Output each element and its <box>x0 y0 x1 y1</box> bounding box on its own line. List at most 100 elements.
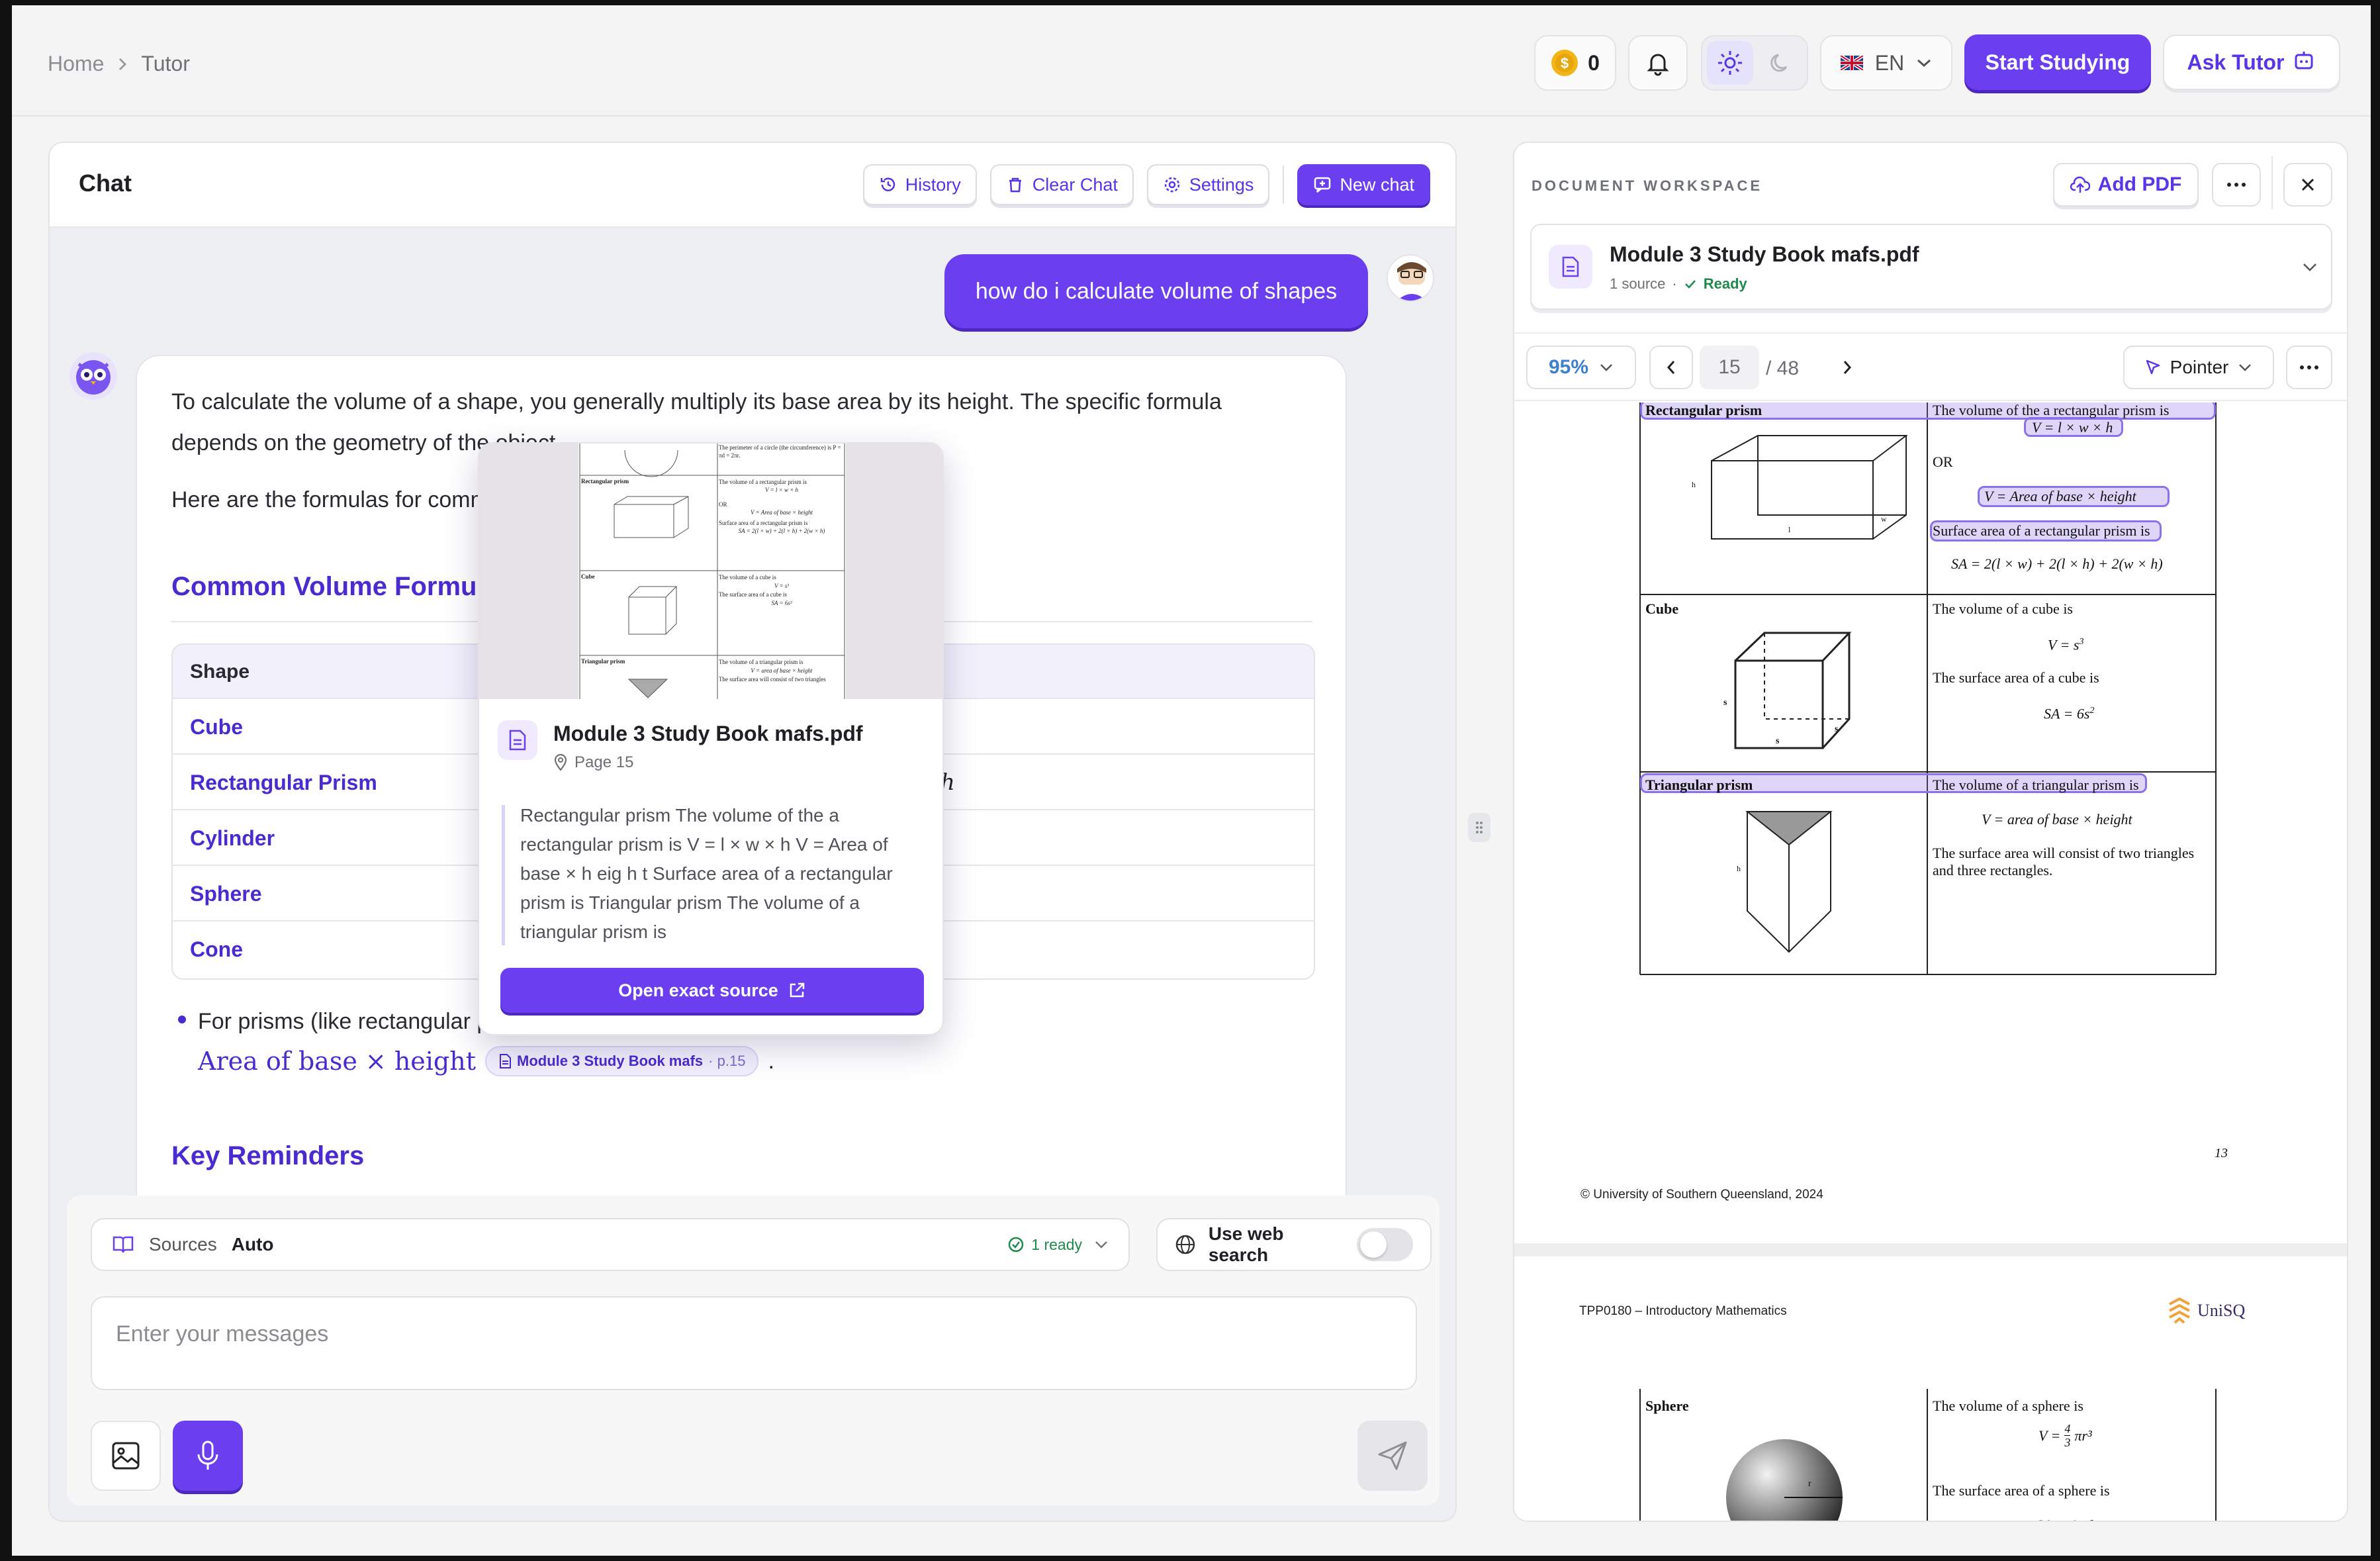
pdf-rect-label: Rectangular prism <box>1645 402 1762 418</box>
history-button[interactable]: History <box>862 164 977 205</box>
pdf-sphere-t2-num: 4 <box>2064 1422 2071 1436</box>
moon-icon <box>1770 54 1788 72</box>
pdf-page-15: Rectangular prism h l w The volume of th… <box>1514 402 2347 1243</box>
tool-select[interactable]: Pointer <box>2123 346 2274 389</box>
pdf-tri-label: Triangular prism <box>1645 777 1753 793</box>
history-label: History <box>905 174 961 195</box>
thumb-cube-text1: The volume of a cube is <box>719 574 776 581</box>
theme-toggle[interactable] <box>1701 35 1808 91</box>
gear-icon <box>1164 177 1180 193</box>
new-chat-icon <box>1314 177 1331 193</box>
citation-page: · p.15 <box>708 1053 746 1069</box>
document-workspace: DOCUMENT WORKSPACE Add PDF Module 3 Stud… <box>1513 142 2348 1522</box>
breadcrumb: Home Tutor <box>48 52 190 76</box>
ready-status: 1 ready <box>1007 1236 1109 1254</box>
thumbnail-page: The perimeter of a circle (the circumfer… <box>578 444 846 699</box>
pdf-rect-w: w <box>1881 514 1887 524</box>
sources-label: Sources <box>149 1234 217 1254</box>
viewer-more-button[interactable] <box>2286 346 2332 389</box>
pdf-sphere-t4: SA = 4πr² <box>2036 1516 2093 1521</box>
check-circle-icon <box>1009 1237 1024 1253</box>
add-pdf-button[interactable]: Add PDF <box>2053 163 2199 207</box>
breadcrumb-home[interactable]: Home <box>48 52 104 76</box>
close-workspace-button[interactable] <box>2283 163 2332 207</box>
message-input[interactable]: Enter your messages <box>91 1296 1417 1390</box>
pdf-sphere-fraction: 43 <box>2064 1422 2071 1449</box>
key-reminders-title: Key Reminders <box>171 1141 365 1170</box>
dark-mode-option[interactable] <box>1760 41 1802 85</box>
citation-chip[interactable]: Module 3 Study Book mafs · p.15 <box>485 1046 759 1076</box>
bullet-formula-text: Area of base × height <box>198 1047 477 1076</box>
pdf-rect-t1: The volume of the a rectangular prism is <box>1933 402 2170 418</box>
pdf-rect-t2: V = l × w × h <box>2032 419 2113 436</box>
pdf-rect-t3: V = Area of base × height <box>1984 488 2136 504</box>
image-icon <box>112 1442 140 1470</box>
pdf-cube-t4-main: SA = 6s <box>2044 705 2090 722</box>
tool-label: Pointer <box>2170 357 2229 377</box>
pdf-sphere-t2-suffix: πr³ <box>2074 1427 2092 1444</box>
pdf-cube-t4-sup: 2 <box>2089 706 2095 716</box>
start-studying-button[interactable]: Start Studying <box>1964 34 2151 90</box>
light-mode-option[interactable] <box>1707 41 1753 85</box>
row-cone: Cone <box>190 937 243 961</box>
new-chat-button[interactable]: New chat <box>1297 164 1430 205</box>
thumb-tri-label: Triangular prism <box>581 658 625 665</box>
language-label: EN <box>1874 50 1905 75</box>
pdf-page-16: TPP0180 – Introductory Mathematics UniSQ… <box>1514 1256 2347 1521</box>
send-icon <box>1378 1441 1407 1470</box>
pdf-cube-t4: SA = 6s2 <box>2044 702 2094 723</box>
zoom-select[interactable]: 95% <box>1526 346 1636 389</box>
panel-resize-handle[interactable] <box>1468 813 1490 842</box>
row-cylinder: Cylinder <box>190 826 275 850</box>
page-total: / 48 <box>1766 357 1800 379</box>
chevron-right-icon <box>119 58 127 70</box>
sources-selector[interactable]: Sources Auto 1 ready <box>91 1218 1130 1271</box>
window-frame <box>2371 0 2380 1561</box>
pdf-cube-t2-sup: 3 <box>2079 637 2084 647</box>
pdf-rect-h: h <box>1692 480 1696 489</box>
document-card[interactable]: Module 3 Study Book mafs.pdf 1 source · … <box>1530 224 2332 310</box>
globe-icon <box>1175 1235 1195 1254</box>
voice-input-button[interactable] <box>173 1421 243 1491</box>
chevron-down-icon <box>2239 364 2252 371</box>
pdf-cube-t2-main: V = s <box>2048 636 2080 653</box>
document-icon <box>509 730 526 751</box>
thumb-tri-text2: V = area of base × height <box>751 667 813 674</box>
popup-page-label: Page 15 <box>574 753 634 771</box>
coin-counter[interactable]: $ 0 <box>1534 35 1616 91</box>
open-source-button[interactable]: Open exact source <box>500 968 924 1013</box>
pdf-sphere-r: r <box>1808 1479 1811 1489</box>
send-button[interactable] <box>1357 1421 1428 1491</box>
pdf-tri-t2: V = area of base × height <box>1982 811 2132 828</box>
add-pdf-label: Add PDF <box>2097 173 2182 195</box>
pdf-viewer[interactable]: Rectangular prism h l w The volume of th… <box>1514 402 2347 1521</box>
workspace-more-button[interactable] <box>2212 163 2261 207</box>
upload-image-button[interactable] <box>91 1421 161 1491</box>
thumb-cube-label: Cube <box>581 573 595 580</box>
settings-button[interactable]: Settings <box>1146 164 1270 205</box>
pdf-rect-or: OR <box>1933 453 1953 470</box>
web-search-switch[interactable] <box>1357 1228 1413 1261</box>
doc-meta-separator: · <box>1672 275 1677 292</box>
chevron-left-icon <box>1667 361 1675 374</box>
clear-chat-button[interactable]: Clear Chat <box>989 164 1134 205</box>
page-number-input[interactable]: 15 <box>1700 346 1759 389</box>
uk-flag-icon <box>1840 56 1863 70</box>
citation-label: Module 3 Study Book mafs <box>517 1053 704 1069</box>
svg-text:$: $ <box>1561 55 1569 71</box>
ask-tutor-button[interactable]: Ask Tutor <box>2163 34 2340 90</box>
chat-title: Chat <box>79 169 132 197</box>
viewer-toolbar: 95% 15 / 48 Pointer <box>1514 332 2347 401</box>
doc-sources: 1 source <box>1610 275 1666 292</box>
chevron-right-icon <box>1843 361 1852 374</box>
next-page-button[interactable] <box>1825 346 1869 389</box>
language-select[interactable]: EN <box>1820 35 1952 91</box>
open-source-label: Open exact source <box>618 980 778 1000</box>
pdf-sphere-figure <box>1639 1389 2217 1521</box>
more-horizontal-icon <box>2227 183 2246 187</box>
pdf-copyright: © University of Southern Queensland, 202… <box>1580 1188 1823 1202</box>
history-icon <box>880 177 895 191</box>
notifications-button[interactable] <box>1628 35 1688 91</box>
prev-page-button[interactable] <box>1649 346 1693 389</box>
bullet-dot <box>178 1016 186 1023</box>
